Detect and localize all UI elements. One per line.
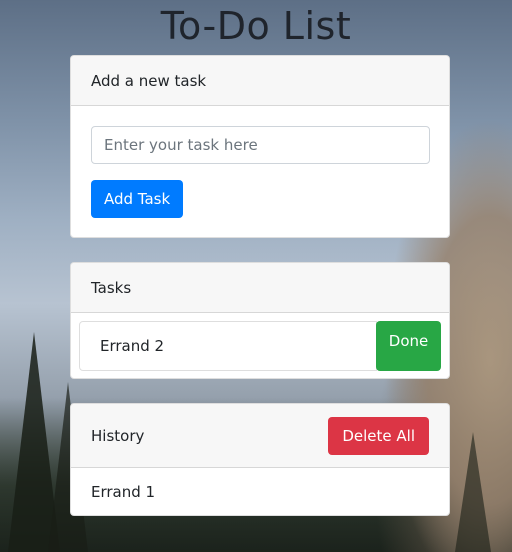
add-task-heading: Add a new task <box>91 71 207 90</box>
add-task-button[interactable]: Add Task <box>91 180 184 218</box>
add-task-card-header: Add a new task <box>71 56 449 106</box>
add-task-card: Add a new task Add Task <box>70 55 450 238</box>
add-task-card-body: Add Task <box>71 106 449 237</box>
task-input[interactable] <box>91 126 430 164</box>
history-heading: History <box>91 426 145 445</box>
tasks-card-header: Tasks <box>71 263 449 313</box>
task-item-text: Errand 2 <box>79 321 377 371</box>
tree-silhouette <box>455 432 491 552</box>
done-button[interactable]: Done <box>376 321 441 371</box>
page-background: { "page": { "title": "To-Do List" }, "ad… <box>0 0 512 552</box>
tasks-card: Tasks Errand 2 Done <box>70 262 450 379</box>
page-title: To-Do List <box>160 4 352 48</box>
history-item: Errand 1 <box>91 483 156 501</box>
tasks-heading: Tasks <box>91 278 132 297</box>
task-row: Errand 2 Done <box>79 321 441 371</box>
history-card-header: History Delete All <box>71 404 449 468</box>
delete-all-button[interactable]: Delete All <box>328 416 429 455</box>
history-card: History Delete All Errand 1 <box>70 403 450 516</box>
tasks-card-body: Errand 2 Done <box>71 313 449 378</box>
